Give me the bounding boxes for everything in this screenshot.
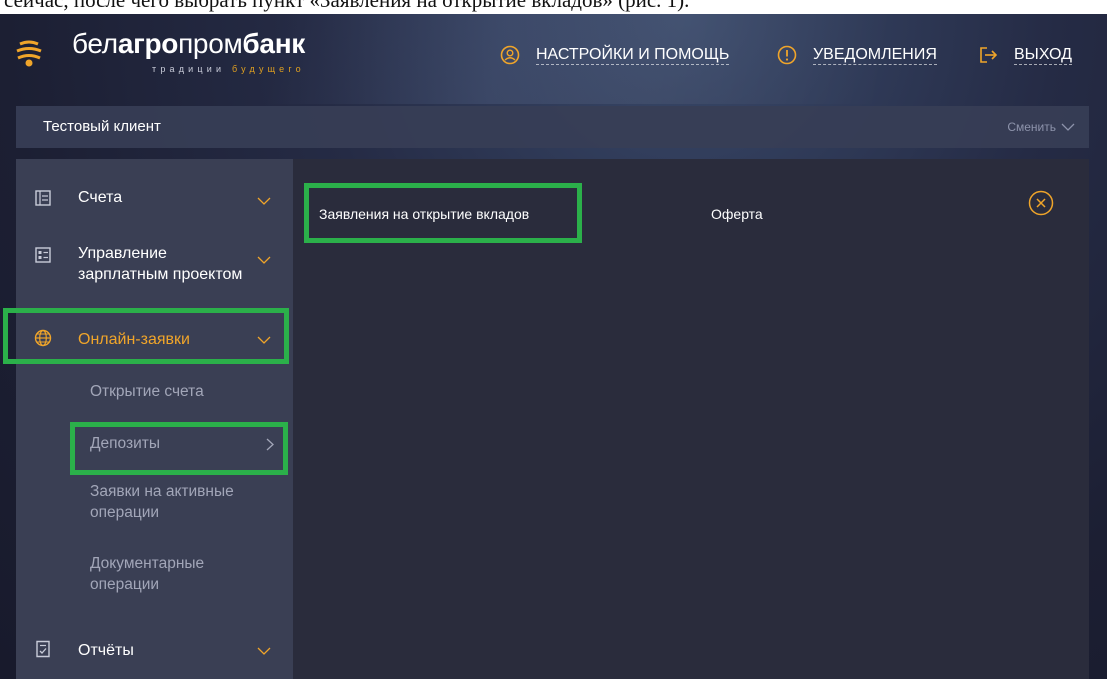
brand-part-2: агро: [117, 28, 179, 59]
brand-tagline: традиции будущего: [152, 64, 305, 74]
chevron-down-icon: [257, 197, 271, 205]
tab-offer[interactable]: Оферта: [711, 206, 763, 222]
tagline-part-1: традиции: [152, 64, 226, 74]
sidebar-item-payroll-label: Управление зарплатным проектом: [78, 245, 243, 283]
nav-notifications[interactable]: Уведомления: [777, 44, 937, 66]
chevron-right-icon: [266, 438, 274, 451]
client-bar: Тестовый клиент Сменить: [16, 106, 1089, 148]
sidebar-item-reports[interactable]: Отчёты: [16, 640, 293, 670]
document-caption-strip: сейчас, после чего выбрать пункт «Заявле…: [0, 0, 1107, 14]
nav-notifications-label: Уведомления: [813, 45, 937, 65]
payroll-icon: [35, 247, 51, 263]
subitem-deposits-label: Депозиты: [90, 435, 160, 452]
sidebar-item-payroll[interactable]: Управление зарплатным проектом: [16, 243, 293, 291]
client-name: Тестовый клиент: [43, 118, 161, 135]
brand-part-1: бел: [72, 28, 118, 59]
main-panel: Заявления на открытие вкладов Оферта: [293, 159, 1089, 679]
brand-name: белагропромбанк: [72, 28, 305, 60]
alert-circle-icon: [777, 45, 797, 65]
close-icon[interactable]: [1028, 190, 1054, 216]
brand-part-3: пром: [178, 28, 243, 59]
sidebar-item-online-requests-label: Онлайн-заявки: [78, 331, 190, 348]
user-circle-icon: [500, 45, 520, 65]
sidebar-item-online-requests[interactable]: Онлайн-заявки: [16, 329, 293, 359]
change-client-label: Сменить: [1007, 120, 1056, 134]
wheat-logo-icon: [16, 40, 42, 67]
subitem-active-operations[interactable]: Заявки на активные операции: [90, 481, 234, 523]
brand-part-4: банк: [242, 28, 306, 59]
chevron-down-icon: [257, 256, 271, 264]
change-client-button[interactable]: Сменить: [1007, 120, 1075, 134]
accounts-icon: [35, 190, 51, 206]
chevron-down-icon: [257, 336, 271, 344]
sidebar-item-accounts-label: Счета: [78, 189, 123, 206]
subitem-deposits[interactable]: Депозиты: [16, 433, 293, 463]
globe-icon: [34, 329, 52, 347]
bank-app: белагропромбанк традиции будущего Настро…: [0, 14, 1107, 679]
header: белагропромбанк традиции будущего Настро…: [0, 14, 1107, 100]
logout-icon: [980, 47, 998, 63]
chevron-down-icon: [257, 647, 271, 655]
chevron-down-icon: [1061, 123, 1075, 131]
sidebar: Счета Управление зарплатным проектом Онл…: [3, 159, 293, 679]
sidebar-item-accounts[interactable]: Счета: [16, 187, 293, 217]
sidebar-item-reports-label: Отчёты: [78, 642, 134, 659]
nav-logout[interactable]: Выход: [978, 44, 1072, 66]
nav-logout-label: Выход: [1014, 45, 1072, 65]
report-icon: [36, 640, 50, 658]
subitem-open-account[interactable]: Открытие счета: [90, 381, 204, 402]
tab-deposit-applications[interactable]: Заявления на открытие вкладов: [319, 206, 529, 222]
document-caption-text: сейчас, после чего выбрать пункт «Заявле…: [4, 0, 690, 12]
nav-settings-help[interactable]: Настройки и помощь: [500, 44, 730, 66]
nav-settings-help-label: Настройки и помощь: [536, 45, 730, 65]
tagline-part-2: будущего: [231, 64, 305, 74]
subitem-documentary-operations[interactable]: Документарные операции: [90, 553, 204, 595]
